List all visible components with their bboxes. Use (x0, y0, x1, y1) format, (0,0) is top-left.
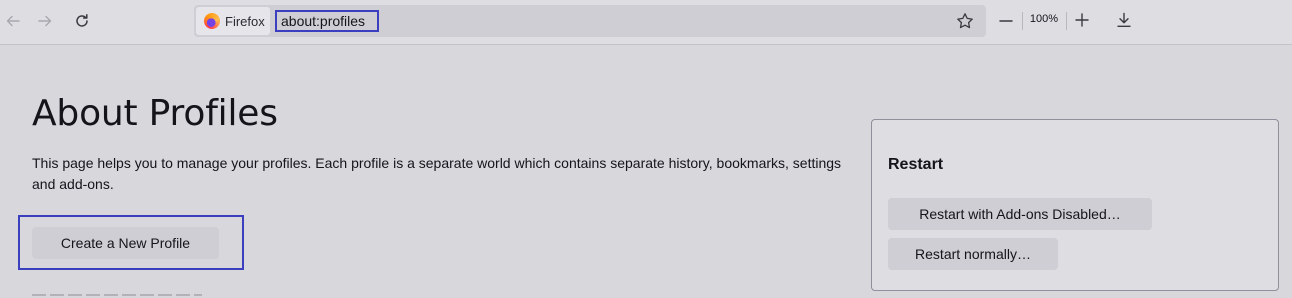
page-title: About Profiles (32, 93, 278, 134)
zoom-divider (1022, 12, 1023, 30)
forward-button[interactable] (32, 8, 58, 34)
identity-label: Firefox (225, 13, 265, 29)
page-description: This page helps you to manage your profi… (32, 155, 842, 192)
reload-icon (76, 14, 88, 27)
browser-toolbar: Firefox about:profiles 100% (0, 0, 1292, 45)
zoom-divider (1066, 12, 1067, 30)
reload-button[interactable] (69, 8, 95, 34)
zoom-level[interactable]: 100% (1026, 13, 1062, 25)
clipped-content (32, 292, 202, 298)
url-text[interactable]: about:profiles (275, 10, 379, 32)
address-bar[interactable]: Firefox about:profiles (194, 5, 986, 37)
minus-icon (999, 20, 1013, 22)
bookmark-button[interactable] (956, 12, 974, 30)
restart-panel: Restart Restart with Add-ons Disabled… R… (871, 119, 1279, 291)
zoom-in-button[interactable] (1072, 10, 1092, 30)
download-icon (1117, 12, 1131, 27)
plus-icon (1075, 13, 1089, 27)
restart-heading: Restart (888, 156, 944, 173)
create-profile-button[interactable]: Create a New Profile (32, 227, 219, 259)
downloads-button[interactable] (1114, 10, 1134, 30)
back-button[interactable] (0, 8, 26, 34)
identity-box[interactable]: Firefox (196, 7, 270, 35)
zoom-out-button[interactable] (996, 11, 1016, 31)
restart-addons-disabled-button[interactable]: Restart with Add-ons Disabled… (888, 198, 1152, 230)
forward-arrow-icon (38, 15, 52, 27)
restart-normally-button[interactable]: Restart normally… (888, 238, 1058, 270)
star-icon (957, 13, 973, 29)
back-arrow-icon (6, 15, 20, 27)
firefox-logo-icon (204, 13, 220, 29)
